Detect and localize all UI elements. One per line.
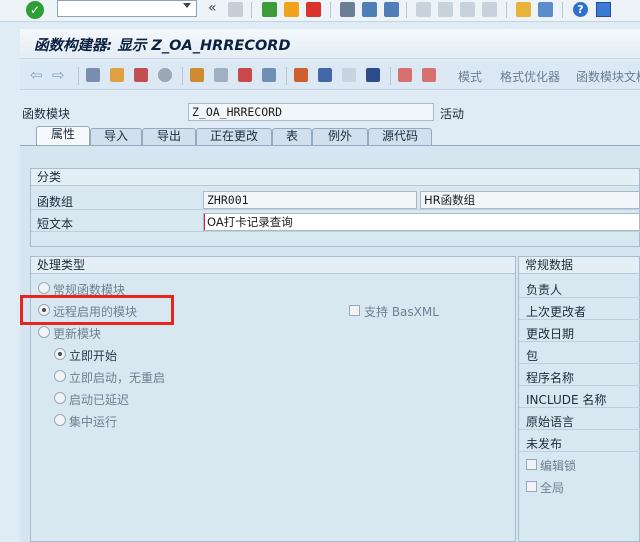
test-icon[interactable] (238, 68, 252, 82)
start-immediately-radio[interactable] (54, 348, 66, 360)
original-language-label: 原始语言 (526, 415, 575, 429)
global-label: 全局 (540, 481, 565, 495)
classification-title: 分类 (31, 169, 639, 186)
tab-exceptions[interactable]: 例外 (312, 128, 368, 145)
function-group-description: HR函数组 (420, 191, 640, 209)
function-module-doc-button[interactable]: 函数模块文档 (576, 68, 640, 85)
basxml-checkbox[interactable] (349, 305, 360, 316)
first-page-icon[interactable] (416, 2, 431, 17)
tab-export[interactable]: 导出 (142, 128, 196, 145)
display-change-icon[interactable] (86, 68, 100, 82)
double-chevron-left-icon[interactable]: « (208, 0, 217, 16)
toolbar-divider (286, 67, 287, 85)
owner-label: 负责人 (526, 283, 563, 297)
align-icon[interactable] (318, 68, 332, 82)
collective-run-radio[interactable] (54, 414, 66, 426)
arrow-right-icon[interactable]: ⇨ (52, 67, 65, 83)
check-icon[interactable] (134, 68, 148, 82)
system-toolbar: ✓ « ? (0, 0, 640, 22)
save-icon[interactable] (228, 2, 243, 17)
include-name-label: INCLUDE 名称 (526, 393, 607, 407)
pattern-icon[interactable] (398, 68, 412, 82)
new-session-icon[interactable] (516, 2, 531, 17)
page-title: 函数构建器: 显示 Z_OA_HRRECORD (34, 38, 291, 54)
toolbar-divider (251, 2, 252, 18)
arrow-left-icon[interactable]: ⇦ (30, 67, 43, 83)
collective-run-label: 集中运行 (69, 415, 118, 429)
tab-attributes[interactable]: 属性 (36, 126, 90, 146)
pretty-printer-button[interactable]: 格式优化器 (500, 68, 560, 85)
row-divider (31, 209, 640, 210)
package-label: 包 (526, 349, 539, 363)
shortcut-icon[interactable] (538, 2, 553, 17)
toolbar-divider (390, 67, 391, 85)
previous-page-icon[interactable] (438, 2, 453, 17)
other-object-icon[interactable] (110, 68, 124, 82)
normal-module-radio[interactable] (38, 282, 50, 294)
navigate-icon[interactable] (262, 68, 276, 82)
back-icon[interactable] (262, 2, 277, 17)
status-label: 活动 (440, 107, 465, 121)
update-module-label: 更新模块 (53, 327, 102, 341)
tab-import[interactable]: 导入 (90, 128, 142, 145)
window-icon[interactable] (342, 68, 356, 82)
general-data-title: 常规数据 (519, 257, 639, 274)
last-page-icon[interactable] (482, 2, 497, 17)
next-page-icon[interactable] (460, 2, 475, 17)
last-changed-by-label: 上次更改者 (526, 305, 587, 319)
magic-wand-icon[interactable] (214, 68, 228, 82)
function-group-label: 函数组 (37, 195, 74, 209)
customize-layout-icon[interactable] (596, 2, 611, 17)
cancel-icon[interactable] (306, 2, 321, 17)
enter-check-icon[interactable]: ✓ (26, 1, 44, 19)
short-text-field[interactable]: OA打卡记录查询 (203, 213, 640, 231)
start-delayed-radio[interactable] (54, 392, 66, 404)
info-icon[interactable] (366, 68, 380, 82)
global-checkbox[interactable] (526, 481, 537, 492)
title-bar: 函数构建器: 显示 Z_OA_HRRECORD (20, 29, 640, 59)
command-field[interactable] (57, 0, 197, 17)
edit-lock-label: 编辑锁 (540, 459, 577, 473)
hierarchy-icon[interactable] (294, 68, 308, 82)
help-icon[interactable]: ? (573, 2, 588, 17)
toolbar-divider (406, 2, 407, 18)
basxml-label: 支持 BasXML (364, 305, 439, 319)
row-divider (31, 231, 640, 232)
exit-icon[interactable] (284, 2, 299, 17)
update-module-radio[interactable] (38, 326, 50, 338)
start-delayed-label: 启动已延迟 (69, 393, 130, 407)
edit-lock-checkbox[interactable] (526, 459, 537, 470)
highlight-annotation (20, 295, 174, 325)
print-icon[interactable] (340, 2, 355, 17)
function-module-field[interactable]: Z_OA_HRRECORD (188, 103, 434, 121)
chevron-down-icon[interactable] (183, 3, 191, 8)
tab-tables[interactable]: 表 (272, 128, 312, 145)
immediate-no-restart-label: 立即启动，无重启 (69, 371, 166, 385)
function-group-field[interactable]: ZHR001 (203, 191, 417, 209)
application-toolbar: ⇦ ⇨ 模式 格式优化器 函数模块文档 (20, 62, 640, 90)
toolbar-divider (562, 2, 563, 18)
pattern-insert-icon[interactable] (422, 68, 436, 82)
toolbar-divider (330, 2, 331, 18)
short-text-label: 短文本 (37, 217, 74, 231)
toolbar-divider (506, 2, 507, 18)
activate-icon[interactable] (158, 68, 172, 82)
program-name-label: 程序名称 (526, 371, 575, 385)
toolbar-divider (78, 67, 79, 85)
mode-button[interactable]: 模式 (458, 68, 482, 85)
processing-type-title: 处理类型 (31, 257, 515, 274)
find-icon[interactable] (362, 2, 377, 17)
immediate-no-restart-radio[interactable] (54, 370, 66, 382)
where-used-icon[interactable] (190, 68, 204, 82)
find-next-icon[interactable] (384, 2, 399, 17)
not-released-label: 未发布 (526, 437, 563, 451)
changed-on-label: 更改日期 (526, 327, 575, 341)
tab-source-code[interactable]: 源代码 (368, 128, 432, 145)
toolbar-divider (182, 67, 183, 85)
function-module-label: 函数模块 (22, 107, 71, 121)
tab-changing[interactable]: 正在更改 (196, 128, 272, 145)
start-immediately-label: 立即开始 (69, 349, 118, 363)
